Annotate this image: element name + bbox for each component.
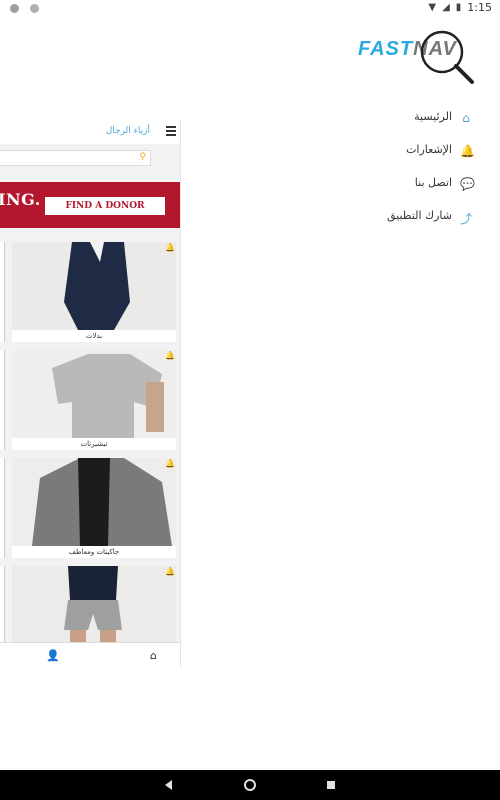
menu-item-label: الإشعارات — [406, 143, 452, 156]
page-title: أزياء الرجال — [105, 126, 150, 136]
category-card[interactable]: 🔔 تيشيرتات — [12, 350, 176, 450]
partial-card — [0, 566, 5, 642]
menu-item-contact[interactable]: 💬 اتصل بنا — [272, 166, 475, 199]
partial-card — [0, 458, 5, 558]
category-card[interactable]: 🔔 بدلات — [12, 242, 176, 342]
shorts-photo — [12, 566, 176, 642]
menu-item-label: شارك التطبيق — [386, 209, 452, 222]
drawer-menu: ⌂ الرئيسية 🔔 الإشعارات 💬 اتصل بنا ⤴ شارك… — [272, 100, 475, 232]
wifi-icon: ▼ — [428, 2, 437, 13]
signal-icon: ◢ — [442, 2, 450, 13]
bell-icon: 🔔 — [165, 351, 175, 360]
menu-item-home[interactable]: ⌂ الرئيسية — [272, 100, 472, 133]
search-input[interactable]: ⚲ — [0, 150, 151, 166]
card-label: جاكيتات ومعاطف — [68, 548, 120, 556]
status-indicators: ▼ ◢ ▮ 1:15 — [428, 1, 492, 14]
partial-card — [0, 242, 5, 342]
back-icon[interactable] — [162, 778, 176, 792]
bell-icon: 🔔 — [165, 459, 175, 468]
system-nav-bar — [0, 770, 500, 800]
menu-item-share[interactable]: ⤴ شارك التطبيق — [272, 199, 472, 232]
partial-card — [0, 350, 5, 450]
share-icon: ⤴ — [460, 211, 473, 226]
menu-icon[interactable] — [166, 126, 176, 136]
card-label: بدلات — [85, 332, 103, 340]
menu-item-label: الرئيسية — [414, 110, 452, 123]
notification-icon — [10, 4, 19, 13]
category-card[interactable]: 🔔 — [12, 566, 176, 642]
tshirt-photo — [12, 350, 176, 438]
bell-icon: 🔔 — [165, 243, 175, 252]
bell-icon: 🔔 — [460, 143, 475, 158]
home-button-icon[interactable] — [243, 778, 257, 792]
bell-icon: 🔔 — [165, 567, 175, 576]
status-time: 1:15 — [467, 1, 492, 14]
page-header: أزياء الرجال — [0, 120, 180, 144]
category-card[interactable]: 🔔 جاكيتات ومعاطف — [12, 458, 176, 558]
banner-headline: ING. — [0, 190, 41, 209]
recents-icon[interactable] — [324, 778, 338, 792]
magnifier-icon — [420, 30, 474, 84]
suit-photo — [12, 242, 176, 330]
find-donor-button[interactable]: FIND A DONOR CENTER — [44, 196, 166, 229]
home-icon: ⌂ — [462, 110, 470, 125]
notification-icon-2 — [30, 4, 39, 13]
menu-item-label: اتصل بنا — [414, 176, 452, 189]
profile-icon[interactable]: 👤 — [46, 649, 60, 662]
search-icon: ⚲ — [139, 152, 146, 162]
fastnav-logo: FASTNAV — [358, 26, 478, 86]
menu-item-notifications[interactable]: 🔔 الإشعارات — [272, 133, 475, 166]
card-label: تيشيرتات — [80, 440, 108, 448]
status-bar: ▼ ◢ ▮ 1:15 — [0, 0, 500, 16]
bottom-nav: 👤 ⌂ — [0, 642, 180, 669]
battery-icon: ▮ — [455, 2, 462, 13]
ad-banner[interactable]: ING. FIND A DONOR CENTER — [0, 182, 180, 229]
app-page: أزياء الرجال ⚲ ING. FIND A DONOR CENTER … — [0, 120, 181, 669]
jacket-photo — [12, 458, 176, 546]
home-icon[interactable]: ⌂ — [150, 649, 157, 662]
chat-icon: 💬 — [460, 176, 475, 191]
